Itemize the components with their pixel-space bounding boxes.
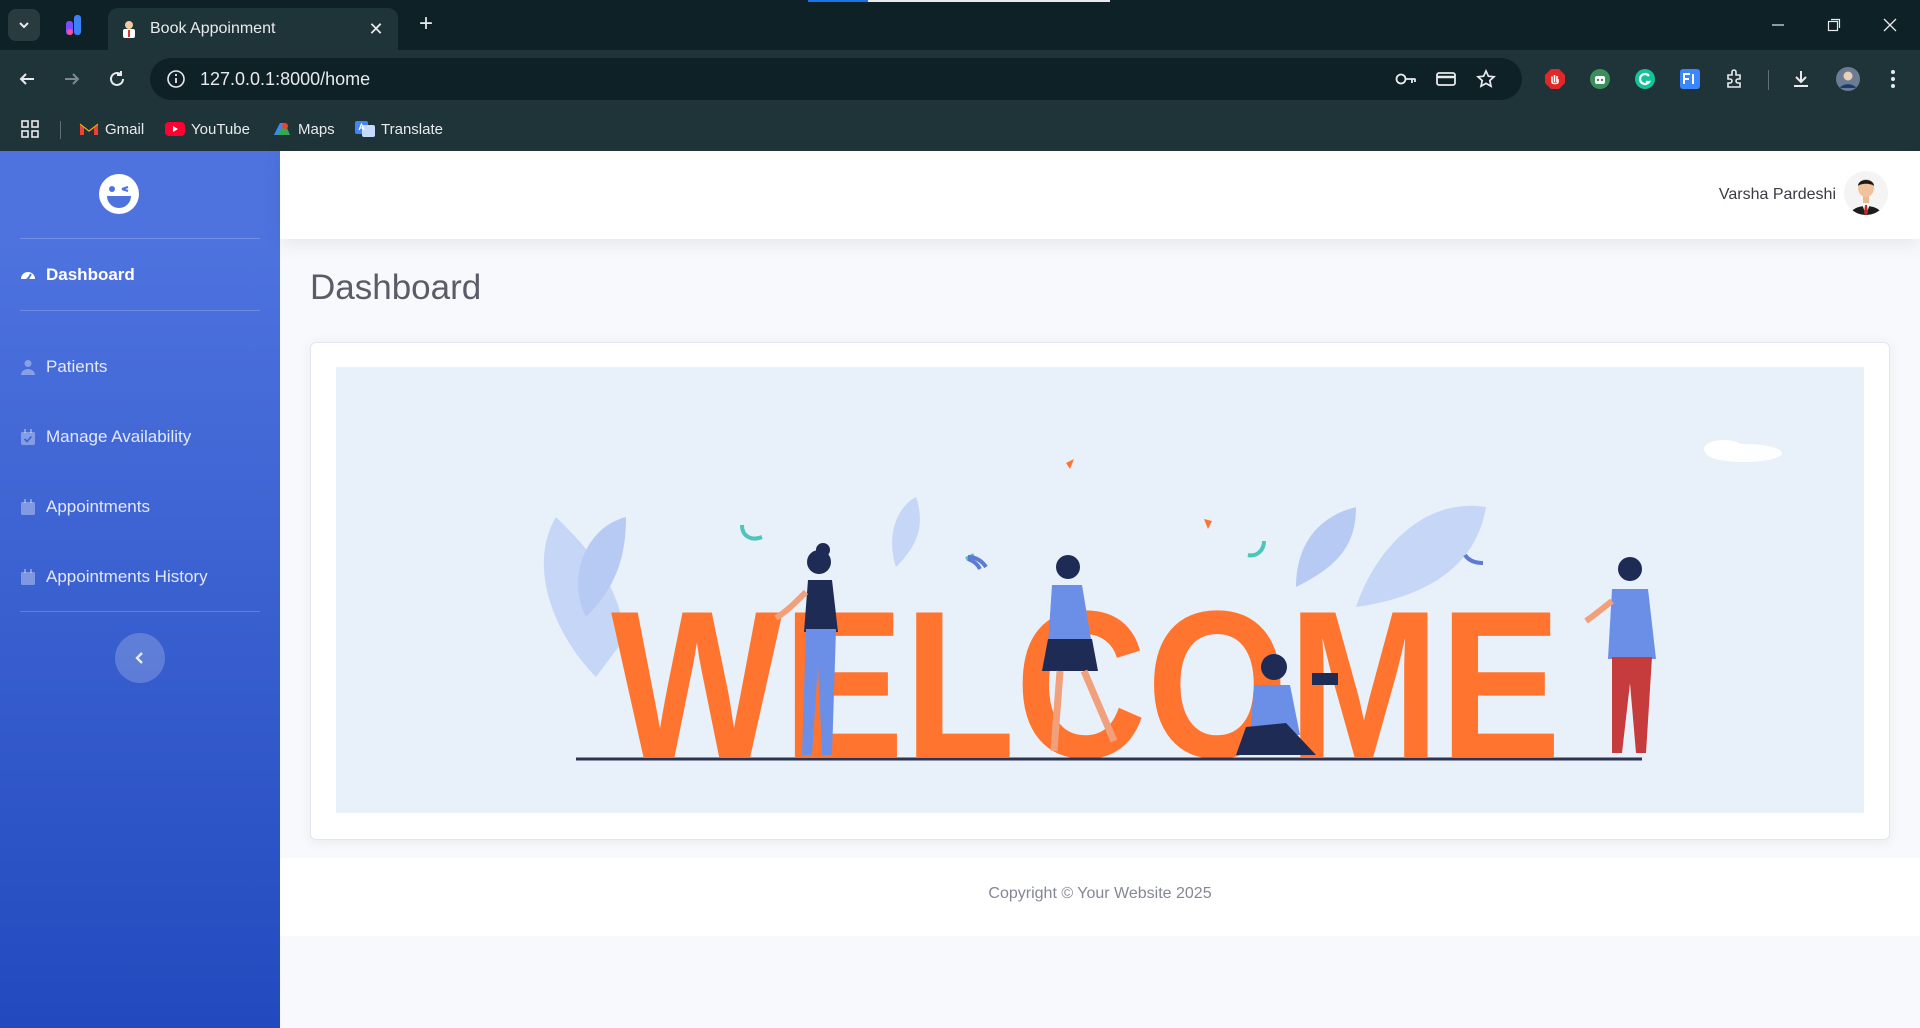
minimize-icon (1772, 24, 1784, 26)
minimize-button[interactable] (1758, 10, 1798, 40)
arrow-left-icon (19, 73, 34, 85)
browser-toolbar: 127.0.0.1:8000/home (0, 50, 1920, 108)
browser-tab-active[interactable]: Book Appoinment ✕ (108, 8, 398, 50)
sidebar-item-appointments[interactable]: Appointments (20, 487, 260, 527)
restore-icon (1827, 18, 1841, 32)
sidebar-item-dashboard[interactable]: Dashboard (20, 255, 260, 295)
bookmark-gmail[interactable]: Gmail (79, 116, 144, 142)
calendar-check-icon (21, 429, 35, 445)
chevron-left-icon (135, 652, 143, 664)
sidebar-divider (20, 238, 260, 239)
browser-menu-icon[interactable] (1880, 66, 1906, 92)
bookmark-translate[interactable]: Translate (355, 116, 443, 142)
url-text[interactable]: 127.0.0.1:8000/home (200, 69, 1386, 90)
payment-card-icon[interactable] (1426, 64, 1466, 94)
arrow-right-icon (65, 73, 80, 85)
bookmark-label: YouTube (191, 120, 250, 138)
calendar-icon (21, 569, 35, 585)
sidebar-item-patients[interactable]: Patients (20, 347, 260, 387)
chevron-down-icon (19, 22, 29, 29)
bookmark-maps[interactable]: Maps (272, 116, 335, 142)
youtube-icon (165, 122, 185, 136)
bookmark-star-icon[interactable] (1466, 64, 1506, 94)
forward-button[interactable] (57, 64, 87, 94)
address-bar[interactable]: 127.0.0.1:8000/home (150, 58, 1522, 100)
password-key-icon[interactable] (1386, 64, 1426, 94)
close-window-button[interactable] (1870, 10, 1910, 40)
restore-button[interactable] (1814, 10, 1854, 40)
topbar: Varsha Pardeshi (280, 151, 1920, 239)
bookmarks-bar: Gmail YouTube Maps Translate (0, 108, 1920, 151)
sidebar-divider (20, 310, 260, 311)
assistant-extension-icon[interactable] (1587, 66, 1613, 92)
tab-close-icon[interactable]: ✕ (366, 19, 386, 40)
sidebar-item-appointments-history[interactable]: Appointments History (20, 557, 260, 597)
sidebar-item-label: Appointments History (46, 567, 208, 586)
bookmark-label: Maps (298, 120, 335, 138)
footer: Copyright © Your Website 2025 (280, 858, 1920, 936)
sidebar: Dashboard Patients Manage Availability A… (0, 151, 280, 1028)
bookmark-label: Gmail (105, 120, 145, 138)
sidebar-item-label: Appointments (46, 497, 150, 516)
sidebar-item-manage-availability[interactable]: Manage Availability (20, 417, 260, 457)
bookmark-label: Translate (381, 120, 443, 138)
adblock-extension-icon[interactable] (1542, 66, 1568, 92)
app-logo-icon[interactable] (64, 13, 86, 37)
sidebar-item-label: Patients (46, 357, 108, 376)
user-icon (21, 360, 35, 375)
reload-button[interactable] (102, 64, 132, 94)
user-avatar-icon (1850, 179, 1882, 215)
site-info-icon[interactable] (166, 69, 186, 89)
new-tab-button[interactable]: + (412, 11, 440, 39)
sidebar-toggle-button[interactable] (115, 633, 165, 683)
tab-title: Book Appoinment (150, 20, 276, 37)
dashboard-icon (21, 272, 35, 281)
sidebar-item-label: Dashboard (46, 265, 135, 284)
page-title: Dashboard (310, 268, 482, 307)
extensions-puzzle-icon[interactable] (1722, 66, 1748, 92)
welcome-illustration: WELCOME (543, 440, 1782, 802)
toolbar-divider (1768, 70, 1769, 90)
page-load-progress (808, 0, 1110, 2)
browser-titlebar: Book Appoinment ✕ + (0, 0, 1920, 50)
fi-extension-icon[interactable] (1677, 66, 1703, 92)
doctor-favicon-icon (123, 21, 135, 38)
apps-grid-icon[interactable] (20, 116, 40, 142)
laugh-wink-logo-icon[interactable] (98, 173, 140, 215)
reload-icon (110, 71, 124, 86)
tab-search-button[interactable] (8, 9, 40, 41)
user-name[interactable]: Varsha Pardeshi (1719, 186, 1836, 204)
copyright-text: Copyright © Your Website 2025 (988, 885, 1212, 902)
bookmark-youtube[interactable]: YouTube (165, 116, 250, 142)
profile-avatar-icon[interactable] (1835, 66, 1861, 92)
maps-icon (274, 123, 290, 135)
sidebar-divider (20, 611, 260, 612)
downloads-icon[interactable] (1788, 66, 1814, 92)
welcome-card: WELCOME (310, 342, 1890, 840)
back-button[interactable] (12, 64, 42, 94)
avatar[interactable] (1844, 171, 1888, 215)
sidebar-item-label: Manage Availability (46, 427, 192, 446)
welcome-banner-image: WELCOME (336, 367, 1864, 813)
calendar-icon (21, 499, 35, 515)
translate-icon (355, 121, 375, 137)
grammarly-extension-icon[interactable] (1632, 66, 1658, 92)
close-icon (1883, 18, 1897, 32)
bookmarks-divider (60, 121, 61, 139)
gmail-icon (79, 123, 99, 135)
